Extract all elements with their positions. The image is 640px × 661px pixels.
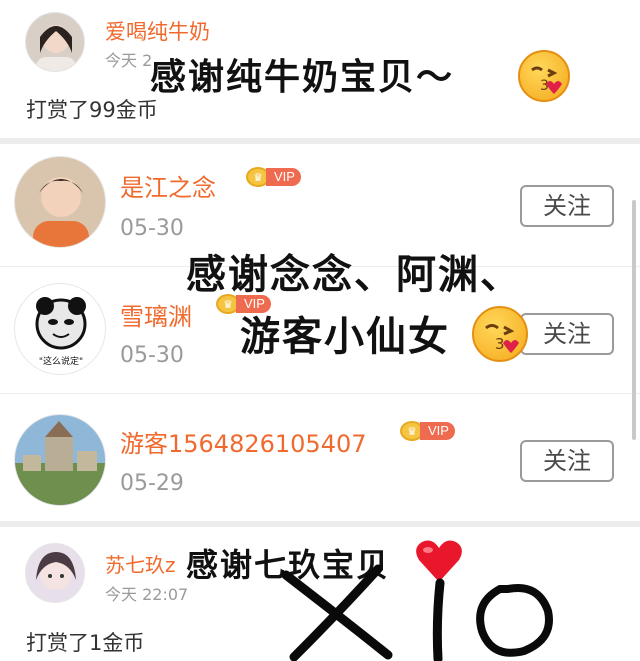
vip-label: VIP [266, 168, 301, 186]
avatar-caption: "这么说定" [38, 357, 84, 367]
scrollbar[interactable] [632, 200, 636, 440]
handwritten-note-2-line-1: 感谢念念、阿渊、 [186, 251, 522, 298]
avatar[interactable] [14, 156, 106, 248]
user-name[interactable]: 苏七玖z [105, 549, 176, 578]
avatar[interactable] [14, 414, 106, 506]
user-name[interactable]: 游客1564826105407 [120, 424, 367, 459]
vip-label: VIP [420, 422, 455, 440]
avatar[interactable]: "这么说定" [14, 283, 106, 375]
timestamp: 今天 2 [105, 51, 153, 70]
follow-button[interactable]: 关注 [520, 440, 614, 482]
follow-button[interactable]: 关注 [520, 185, 614, 227]
date: 05-30 [120, 216, 184, 241]
vip-badge: ♛ VIP [400, 420, 455, 442]
handwritten-note-2-line-2: 游客小仙女 [240, 313, 450, 360]
svg-text:3: 3 [495, 335, 505, 353]
avatar[interactable] [25, 12, 85, 72]
date: 05-30 [120, 343, 184, 368]
user-name[interactable]: 是江之念 [120, 168, 216, 203]
handwritten-signature [281, 564, 553, 661]
kissing-face-emoji: 3 [518, 50, 570, 102]
reward-text: 打赏了99金币 [26, 98, 158, 122]
avatar[interactable] [25, 543, 85, 603]
fan-item-4: 游客1564826105407 ♛ VIP 05-29 关注 [0, 394, 640, 520]
user-name[interactable]: 爱喝纯牛奶 [105, 16, 210, 46]
date: 05-29 [120, 471, 184, 496]
user-name[interactable]: 雪璃渊 [120, 297, 192, 332]
timestamp: 今天 22:07 [105, 585, 189, 604]
kissing-face-emoji: 3 [472, 306, 528, 362]
handwritten-note-1: 感谢纯牛奶宝贝～ [150, 56, 455, 98]
follow-button[interactable]: 关注 [520, 313, 614, 355]
vip-badge: ♛ VIP [246, 166, 301, 188]
reward-text: 打赏了1金币 [26, 631, 145, 655]
